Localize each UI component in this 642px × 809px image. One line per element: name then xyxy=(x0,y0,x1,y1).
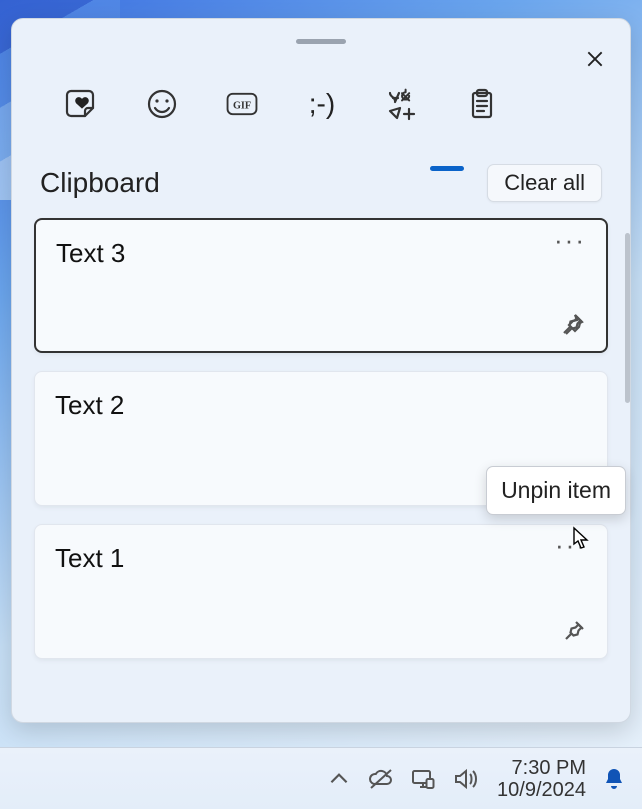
symbols-icon xyxy=(385,87,419,121)
taskbar: 7:30 PM 10/9/2024 xyxy=(0,747,642,809)
notifications-button[interactable] xyxy=(600,765,628,793)
close-icon xyxy=(585,49,605,69)
volume-button[interactable] xyxy=(451,765,479,793)
clip-text: Text 1 xyxy=(55,543,587,574)
network-button[interactable] xyxy=(409,765,437,793)
tab-emoji[interactable] xyxy=(140,82,184,126)
tab-favorites[interactable] xyxy=(60,82,104,126)
gif-icon: GIF xyxy=(225,87,259,121)
scrollbar-thumb[interactable] xyxy=(625,233,630,403)
time-text: 7:30 PM xyxy=(497,757,586,779)
bell-icon xyxy=(602,767,626,791)
active-tab-indicator xyxy=(430,166,464,171)
pin-button[interactable] xyxy=(560,311,586,337)
clear-all-button[interactable]: Clear all xyxy=(487,164,602,202)
clipboard-icon xyxy=(465,87,499,121)
tab-strip: GIF ;-) xyxy=(12,44,630,136)
sticker-heart-icon xyxy=(65,87,99,121)
tab-gif[interactable]: GIF xyxy=(220,82,264,126)
tab-clipboard[interactable] xyxy=(460,82,504,126)
more-button[interactable]: ··· xyxy=(554,234,586,246)
speaker-icon xyxy=(452,766,478,792)
chevron-up-icon xyxy=(326,766,352,792)
cloud-sync-button[interactable] xyxy=(367,765,395,793)
tooltip: Unpin item xyxy=(486,466,626,515)
section-title: Clipboard xyxy=(40,167,160,199)
clip-text: Text 2 xyxy=(55,390,587,421)
clipboard-item[interactable]: Text 3 ··· xyxy=(34,218,608,353)
clip-text: Text 3 xyxy=(56,238,586,269)
svg-text:GIF: GIF xyxy=(233,100,251,111)
clipboard-item[interactable]: Text 1 ··· xyxy=(34,524,608,659)
emoji-clipboard-flyout: GIF ;-) Clipboard Clear all Text 3 xyxy=(11,18,631,723)
clipboard-items: Text 3 ··· Text 2 Text 1 ··· xyxy=(12,212,630,669)
pin-icon xyxy=(561,312,585,336)
pin-button[interactable] xyxy=(561,618,587,644)
monitor-icon xyxy=(410,766,436,792)
smiley-icon xyxy=(145,87,179,121)
tab-kaomoji[interactable]: ;-) xyxy=(300,82,344,126)
close-button[interactable] xyxy=(580,44,610,74)
tray-expand-button[interactable] xyxy=(325,765,353,793)
cloud-off-icon xyxy=(368,766,394,792)
tab-symbols[interactable] xyxy=(380,82,424,126)
more-button[interactable]: ··· xyxy=(555,539,587,551)
clock-button[interactable]: 7:30 PM 10/9/2024 xyxy=(497,757,586,801)
date-text: 10/9/2024 xyxy=(497,779,586,801)
pin-icon xyxy=(562,619,586,643)
